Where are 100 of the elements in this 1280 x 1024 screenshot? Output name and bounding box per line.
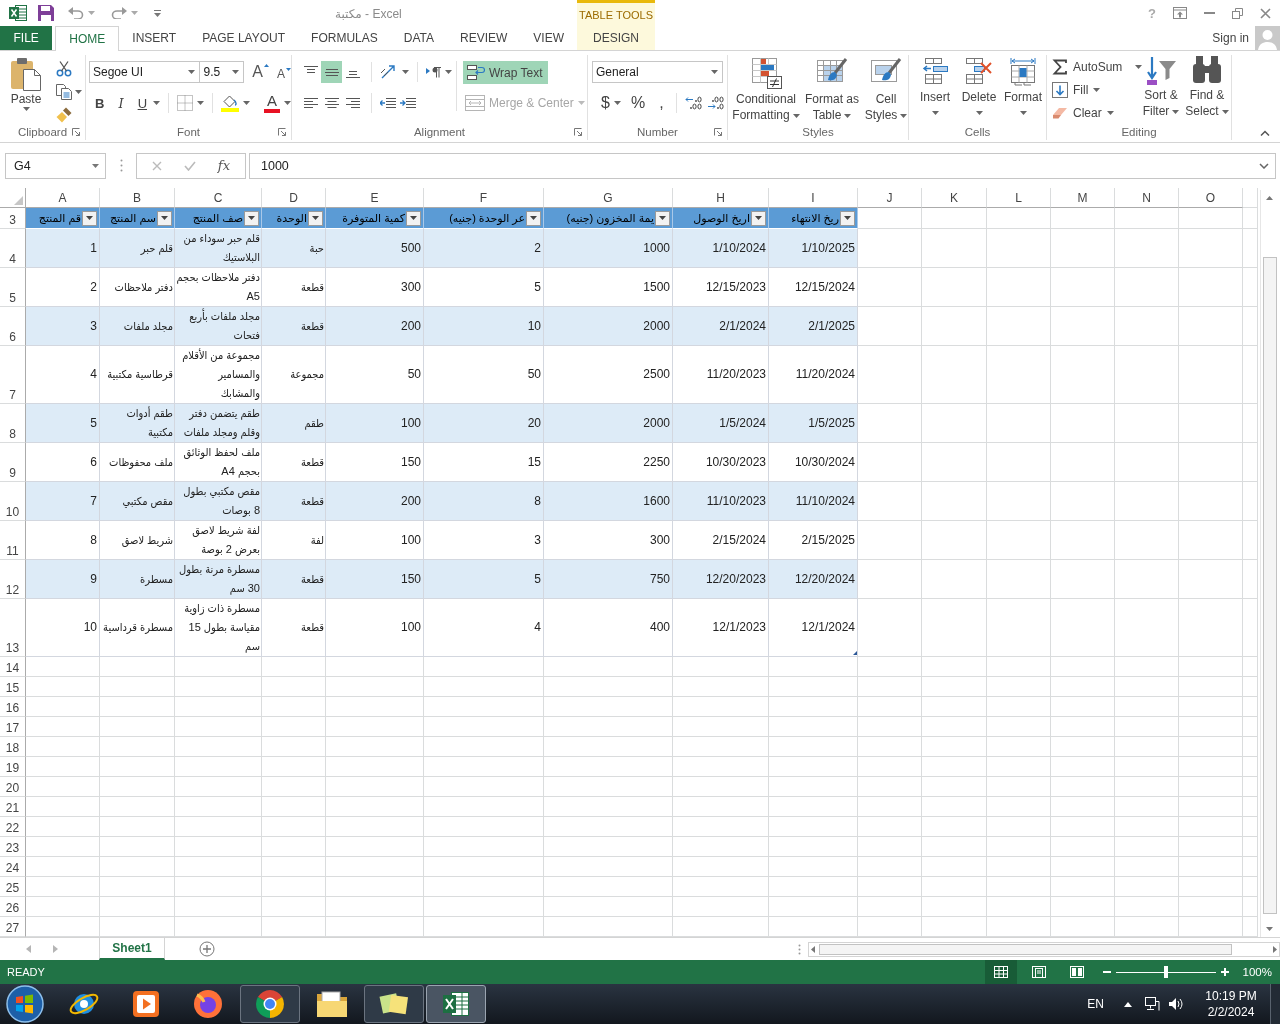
restore-icon[interactable] (1232, 7, 1243, 19)
grow-font-button[interactable]: A (252, 64, 269, 80)
scroll-left-arrow-icon[interactable] (811, 945, 815, 953)
network-icon[interactable] (1144, 996, 1160, 1012)
sheet-tab[interactable]: Sheet1 (99, 938, 165, 960)
vertical-scrollbar[interactable] (1260, 190, 1278, 937)
ribbon-tab[interactable]: REVIEW (447, 26, 521, 50)
indent-decrease-icon[interactable] (380, 97, 396, 109)
currency-button[interactable]: $ (601, 94, 610, 112)
normal-view-button[interactable] (984, 960, 1017, 984)
comma-style-button[interactable]: , (659, 94, 664, 112)
paragraph-arrow-icon[interactable] (426, 66, 441, 78)
format-as-table-button[interactable]: Format as Table (801, 57, 863, 124)
sort-filter-button[interactable]: Sort & Filter (1138, 55, 1184, 124)
find-select-button[interactable]: Find & Select (1184, 55, 1230, 124)
zoom-level[interactable]: 100% (1242, 966, 1272, 978)
format-cells-button[interactable]: Format (1001, 57, 1045, 124)
percent-button[interactable]: % (630, 94, 646, 112)
number-format-dropdown[interactable]: General (592, 61, 723, 83)
clock-date[interactable]: 2/2/2024 (1207, 1004, 1255, 1020)
bold-button[interactable]: B (89, 95, 111, 111)
spreadsheet-logo-icon[interactable] (9, 4, 27, 22)
file-tab[interactable]: FILE (0, 26, 53, 50)
wrap-text-button[interactable]: Wrap Text (463, 61, 548, 84)
paintbrush-icon[interactable] (56, 107, 72, 123)
insert-cells-button[interactable]: Insert (913, 57, 957, 124)
scroll-up-arrow-icon[interactable] (1266, 196, 1273, 200)
align-center-icon[interactable] (324, 97, 339, 109)
scrollbar-thumb[interactable] (819, 943, 1232, 955)
clock-time[interactable]: 10:19 PM (1205, 988, 1257, 1004)
paint-bucket-icon[interactable] (221, 94, 239, 112)
cell-styles-button[interactable]: Cell Styles (863, 57, 909, 124)
diagonal-arrow-icon[interactable] (380, 64, 398, 80)
taskbar-button[interactable] (426, 985, 486, 1023)
align-right-icon[interactable] (345, 97, 360, 109)
delete-cells-button[interactable]: Delete (957, 57, 1001, 124)
font-color-button[interactable]: A (264, 93, 280, 113)
start-orb-icon[interactable] (4, 985, 46, 1023)
table-cell: 2/15/2025 (769, 521, 858, 560)
underline-button[interactable]: U (131, 95, 153, 111)
scissors-icon[interactable] (56, 61, 72, 77)
align-left-icon[interactable] (303, 97, 318, 109)
align-middle-button[interactable] (321, 61, 342, 83)
formula-input[interactable]: 1000 (249, 152, 1276, 179)
copy-icon[interactable] (56, 84, 72, 100)
taskbar-button[interactable] (364, 985, 424, 1023)
chevron-up-icon[interactable] (1260, 130, 1270, 136)
filter-dropdown-button[interactable] (244, 210, 259, 226)
ribbon-tab[interactable]: VIEW (520, 26, 577, 50)
chevron-down-icon[interactable] (1259, 162, 1269, 169)
filter-dropdown-button[interactable] (751, 210, 766, 226)
scroll-down-arrow-icon[interactable] (1266, 927, 1273, 931)
taskbar-button[interactable] (240, 985, 300, 1023)
ribbon-display-options-icon[interactable] (1173, 7, 1187, 19)
dialog-launcher-icon[interactable] (72, 128, 80, 136)
clear-button[interactable]: Clear (1052, 101, 1138, 124)
dialog-launcher-icon[interactable] (574, 128, 582, 136)
zoom-in-icon[interactable] (1220, 968, 1229, 976)
horizontal-scrollbar[interactable] (808, 941, 1280, 957)
insert-function-button[interactable]: fx (217, 158, 230, 173)
shrink-font-button[interactable]: A (277, 67, 291, 80)
decimal-decrease-icon[interactable] (684, 96, 703, 110)
ribbon-tab[interactable]: INSERT (119, 26, 190, 50)
filter-dropdown-button[interactable] (82, 210, 97, 226)
zoom-slider-thumb[interactable] (1163, 966, 1168, 978)
autosum-button[interactable]: AutoSum (1052, 55, 1138, 78)
fill-button[interactable]: Fill (1052, 78, 1138, 101)
volume-icon[interactable] (1168, 997, 1184, 1011)
dialog-launcher-icon[interactable] (278, 128, 286, 136)
filter-dropdown-button[interactable] (308, 210, 323, 226)
customize-toolbar-icon[interactable] (154, 9, 161, 17)
decimal-increase-icon[interactable] (706, 96, 725, 110)
ribbon-tab[interactable]: DATA (390, 26, 447, 50)
italic-button[interactable]: I (110, 95, 132, 111)
add-sheet-icon[interactable] (199, 941, 215, 957)
paste-button[interactable]: Paste (8, 57, 44, 124)
tray-arrow-icon[interactable] (1124, 1001, 1132, 1007)
filter-dropdown-button[interactable] (406, 210, 421, 226)
filter-dropdown-button[interactable] (526, 210, 541, 226)
font-size-dropdown[interactable]: 9.5 (199, 61, 245, 83)
name-box[interactable]: G4 (5, 152, 106, 179)
redo-icon[interactable] (111, 7, 127, 19)
filter-dropdown-button[interactable] (840, 210, 855, 226)
font-name-dropdown[interactable]: Segoe UI (89, 61, 201, 83)
filter-dropdown-button[interactable] (157, 210, 172, 226)
ribbon-tab[interactable]: FORMULAS (298, 26, 391, 50)
scroll-right-arrow-icon[interactable] (1273, 945, 1277, 953)
save-icon[interactable] (38, 5, 54, 21)
input-language[interactable]: EN (1087, 997, 1104, 1011)
filter-dropdown-button[interactable] (655, 210, 670, 226)
sign-in-link[interactable]: Sign in (1212, 26, 1255, 50)
scrollbar-thumb[interactable] (1262, 257, 1277, 914)
ribbon-tab[interactable]: PAGE LAYOUT (189, 26, 299, 50)
conditional-formatting-button[interactable]: Conditional Formatting (731, 57, 801, 124)
undo-icon[interactable] (68, 7, 84, 19)
close-icon[interactable] (1260, 7, 1271, 19)
ribbon-tab[interactable]: DESIGN (577, 26, 655, 50)
indent-increase-icon[interactable] (400, 97, 416, 109)
ribbon-tab[interactable]: HOME (55, 26, 120, 51)
dialog-launcher-icon[interactable] (714, 128, 722, 136)
